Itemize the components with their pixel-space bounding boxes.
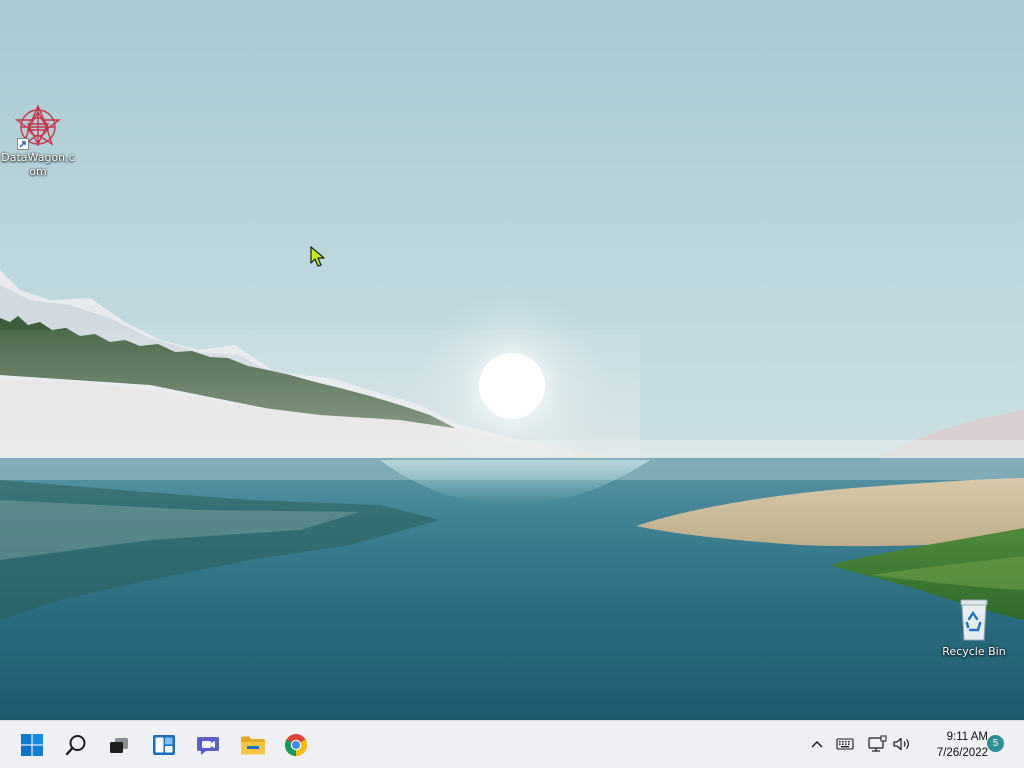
task-view-icon (110, 738, 128, 753)
file-explorer-button[interactable] (235, 727, 271, 763)
desktop[interactable]: DataWagon.com Recycle Bin (0, 0, 1024, 720)
chrome-button[interactable] (278, 727, 314, 763)
keyboard-icon (836, 738, 854, 750)
taskbar: 9:11 AM 7/26/2022 (0, 720, 1024, 768)
show-hidden-icons-button[interactable] (806, 733, 828, 755)
notification-badge[interactable]: 5 (987, 735, 1004, 752)
task-view-button[interactable] (101, 727, 137, 763)
wallpaper (0, 0, 1024, 720)
recycle-bin-icon (960, 599, 988, 641)
volume-icon (893, 737, 909, 751)
chat-button[interactable] (190, 727, 226, 763)
desktop-icon-label: DataWagon.com (1, 151, 75, 178)
volume-button[interactable] (891, 733, 913, 755)
clock-date: 7/26/2022 (936, 747, 988, 759)
desktop-icon-label: Recycle Bin (942, 645, 1006, 658)
clock-time: 9:11 AM (946, 731, 988, 743)
chrome-icon (285, 734, 307, 756)
shortcut-arrow-icon (17, 138, 29, 150)
search-icon (65, 735, 86, 756)
chevron-up-icon (811, 740, 823, 748)
clock[interactable]: 9:11 AM 7/26/2022 (918, 729, 988, 761)
input-indicator-button[interactable] (834, 733, 856, 755)
teams-chat-icon (197, 737, 219, 755)
network-icon (868, 735, 887, 752)
folder-icon (241, 736, 265, 755)
desktop-icon-datawagon[interactable]: DataWagon.com (0, 104, 76, 179)
search-button[interactable] (58, 727, 94, 763)
network-button[interactable] (866, 733, 888, 755)
widgets-button[interactable] (146, 727, 182, 763)
desktop-icon-recycle-bin[interactable]: Recycle Bin (936, 598, 1012, 659)
start-button[interactable] (14, 727, 50, 763)
widgets-icon (153, 735, 175, 755)
windows-logo-icon (21, 734, 43, 756)
